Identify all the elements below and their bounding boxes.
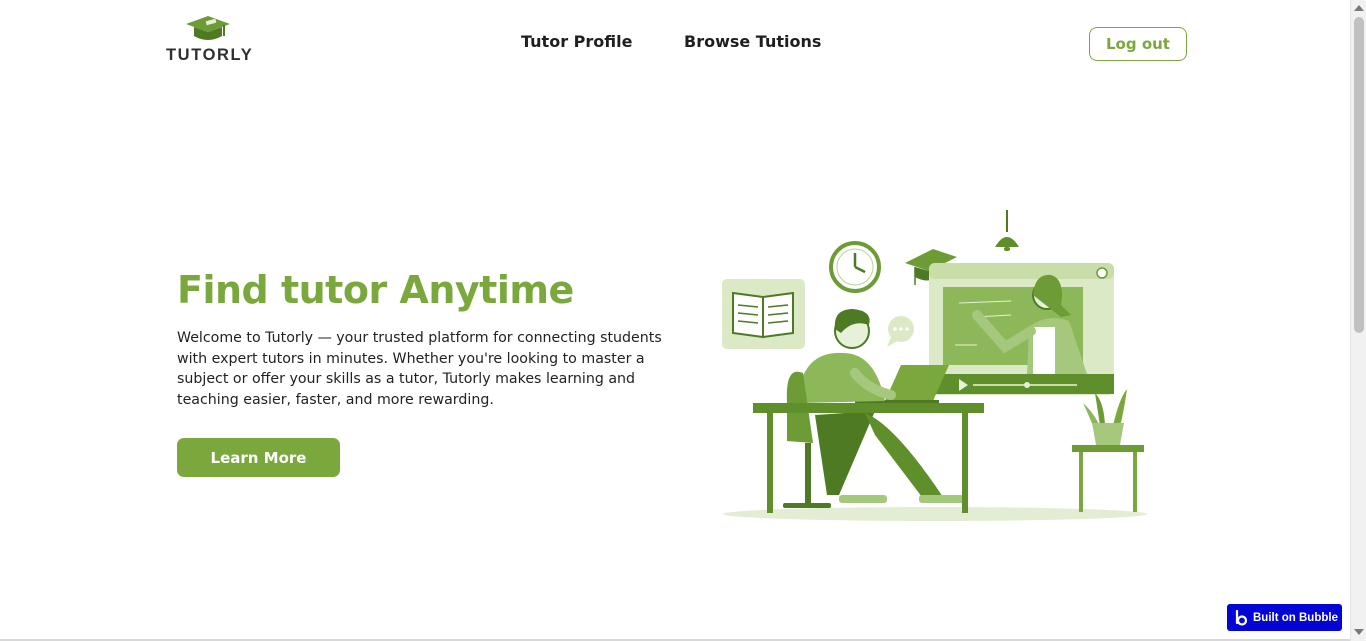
nav-browse-tutions[interactable]: Browse Tutions <box>684 32 821 51</box>
built-on-bubble-badge[interactable]: Built on Bubble <box>1227 604 1342 631</box>
page: TUTORLY Tutor Profile Browse Tutions Log… <box>0 0 1350 641</box>
badge-label: Built on Bubble <box>1253 611 1338 624</box>
learn-more-button[interactable]: Learn More <box>177 438 340 477</box>
scroll-up-arrow-icon[interactable] <box>1354 5 1364 11</box>
hero-title: Find tutor Anytime <box>177 268 574 312</box>
hero-illustration <box>722 210 1147 521</box>
scrollbar-thumb[interactable] <box>1354 17 1364 333</box>
logout-button[interactable]: Log out <box>1089 27 1187 61</box>
scroll-down-arrow-icon[interactable] <box>1354 629 1364 635</box>
hero-description: Welcome to Tutorly — your trusted platfo… <box>177 330 662 408</box>
graduation-cap-icon <box>186 16 230 40</box>
brand-logo[interactable]: TUTORLY <box>166 14 256 64</box>
bubble-logo-icon <box>1235 609 1248 626</box>
vertical-scrollbar[interactable] <box>1350 0 1366 641</box>
brand-name: TUTORLY <box>166 46 254 64</box>
nav-tutor-profile[interactable]: Tutor Profile <box>521 32 632 51</box>
